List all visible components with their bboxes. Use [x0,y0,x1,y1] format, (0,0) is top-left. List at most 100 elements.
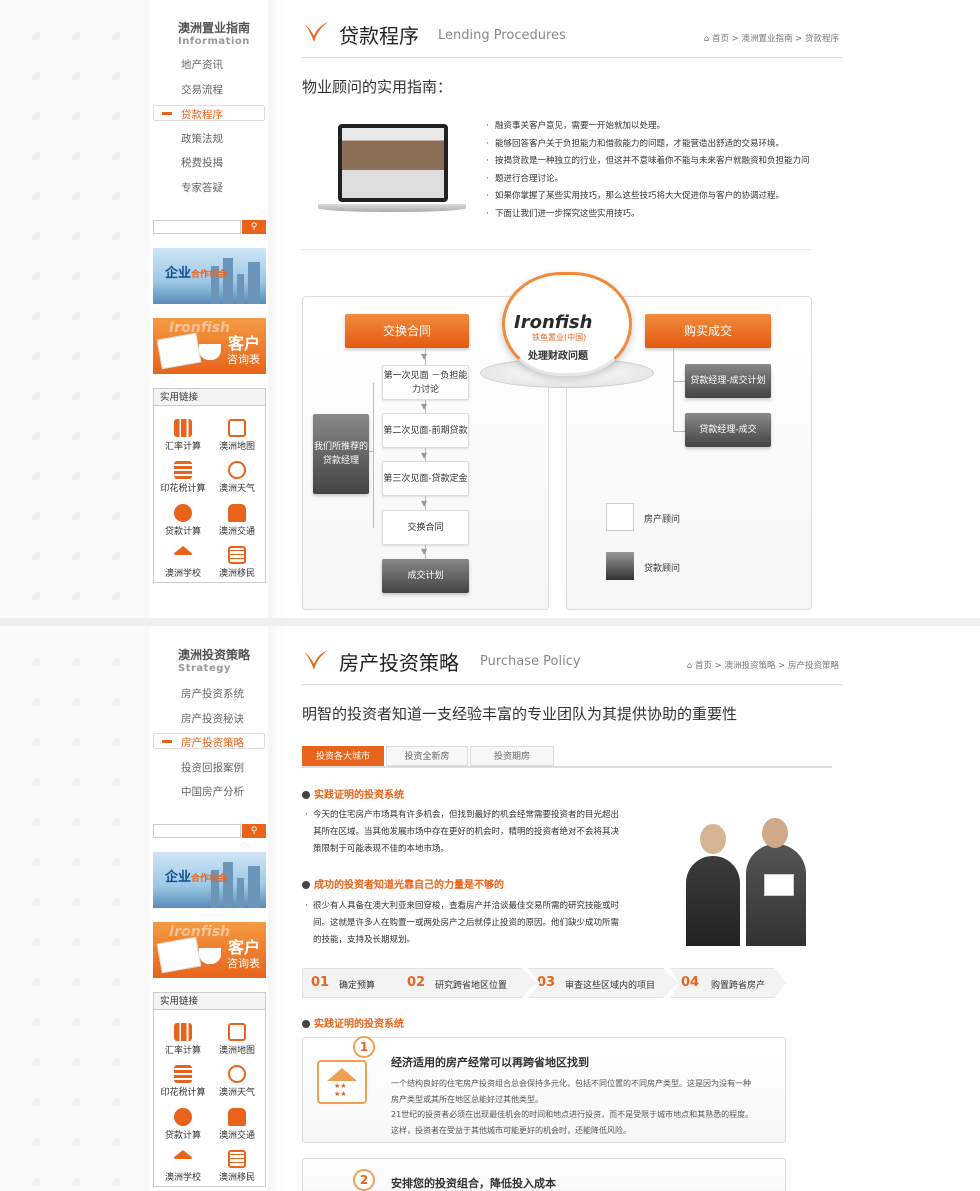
tab-new-homes[interactable]: 投资全新房 [386,746,468,766]
section-title-2: 成功的投资者知道光靠自己的力量是不够的 [302,876,504,891]
piggy-bank-icon [174,1108,192,1126]
calculator-icon [174,1065,192,1083]
link-school[interactable]: 澳洲学校 [158,1150,208,1183]
list-item: 下面让我们进一步探究这些实用技巧。 [486,206,816,224]
search-button[interactable]: ⚲ [242,220,266,234]
search-input[interactable] [153,220,241,234]
arrow-down-icon: ▼ [421,352,428,361]
right-step-1: 贷款经理-成交计划 [685,364,771,398]
coffee-cup-icon [199,344,221,360]
section-heading: 物业顾问的实用指南： [302,78,453,96]
piggy-bank-icon [174,504,192,522]
map-icon [228,1023,246,1041]
banner-business[interactable]: 企业合作机会 [153,852,266,908]
banner-business[interactable]: 企业合作机会 [153,248,266,304]
sidebar-item-process[interactable]: 交易流程 [181,82,223,97]
weather-icon [228,461,246,479]
search-input[interactable] [153,824,241,838]
panel-purchase-policy: 澳洲投资策略 Strategy 房产投资系统 房产投资秘诀 房产投资策略 投资回… [0,626,980,1191]
link-map[interactable]: 澳洲地图 [212,419,262,452]
flow-connector [673,348,674,432]
link-exchange-rate[interactable]: 汇率计算 [158,419,208,452]
search-button[interactable]: ⚲ [242,824,266,838]
sidebar-item-loan-active[interactable]: 贷款程序 [153,105,265,121]
text-line: 其所在区域。当其他发展市场中存在更好的机会时，精明的投资者绝对不会将其决 [313,827,620,837]
page-title-english: Lending Procedures [438,28,566,43]
sidebar-item-policy[interactable]: 政策法规 [181,131,223,146]
sidebar-title: 澳洲置业指南 Information [178,21,251,48]
building-graphic [237,878,244,908]
link-transport[interactable]: 澳洲交通 [212,1108,262,1141]
link-loan-calc[interactable]: 贷款计算 [158,1108,208,1141]
header-divider [302,684,842,685]
bus-icon [228,504,246,522]
sidebar-pattern [0,0,150,618]
sidebar-item-label: 贷款程序 [181,109,223,121]
sidebar-item-invest-tips[interactable]: 房产投资秘诀 [181,711,244,726]
banner-customer-form[interactable]: Ironfish 客户 咨询表 [153,922,266,978]
sidebar-item-tax[interactable]: 税费投揭 [181,155,223,170]
right-step-2: 贷款经理-成交 [685,413,771,447]
ironfish-logo: Ironfish [169,924,231,940]
badge-text: 处理财政问题 [528,351,588,362]
sidebar-title: 澳洲投资策略 Strategy [178,648,251,675]
link-immigration[interactable]: 澳洲移民 [212,1150,262,1183]
breadcrumb[interactable]: ⌂ 首页 > 澳洲投资策略 > 房产投资策略 [687,659,839,671]
legend-swatch-loan [606,552,634,580]
process-step-2: 02 研究跨省地区位置 [396,968,536,998]
flow-connector [673,381,685,382]
banner-business-text: 企业合作机会 [165,870,228,885]
tab-major-cities[interactable]: 投资各大城市 [302,746,384,766]
tab-underline [302,766,832,768]
section-title-1: 实践证明的投资系统 [302,786,404,801]
text-line: 很少有人具备在澳大利亚来回穿梭，查看房产并洽谈最佳交易所需的研究技能或时 [313,901,620,911]
useful-links-title: 实用链接 [154,993,265,1010]
banner-business-text: 企业合作机会 [165,266,228,281]
legend-swatch-advisor [606,503,634,531]
link-school[interactable]: 澳洲学校 [158,546,208,579]
flow-connector [673,431,685,432]
tab-off-plan[interactable]: 投资期房 [470,746,554,766]
ironfish-swoosh-icon [304,650,328,670]
man-right-head [762,818,788,848]
sidebar-shadow [268,626,284,1191]
text-line: 今天的住宅房产市场具有许多机会，但找到最好的机会经常需要投资者的目光超出 [313,810,620,820]
breadcrumb[interactable]: ⌂ 首页 > 澳洲置业指南 > 贷款程序 [704,32,839,44]
panel-lending-procedures: 澳洲置业指南 Information 地产资讯 交易流程 贷款程序 政策法规 税… [0,0,980,618]
flow-connector [373,383,374,528]
sidebar-item-cases[interactable]: 投资回报案例 [181,760,244,775]
ironfish-center-badge: Ironfish 铁鱼置业(中国) 处理财政问题 [480,272,654,390]
section-text-2: · 很少有人具备在澳大利亚来回穿梭，查看房产并洽谈最佳交易所需的研究技能或时 间… [305,898,631,949]
text-line: 21世纪的投资者必须在出现最佳机会的时间和地点进行投资，而不是受限于城市地点和其… [391,1110,754,1119]
section-title-3: 实践证明的投资系统 [302,1015,404,1030]
list-item: 融资事关客户意见，需要一开始就加以处理。 [486,118,816,136]
link-transport[interactable]: 澳洲交通 [212,504,262,537]
sidebar-shadow [268,0,284,618]
sidebar-item-china-analysis[interactable]: 中国房产分析 [181,784,244,799]
process-step-4: 04 购置跨省房产 [670,968,786,998]
panel-separator [0,618,980,626]
flow-step-3: 第三次见面-贷款定金 [382,461,469,496]
link-immigration[interactable]: 澳洲移民 [212,546,262,579]
banner-customer-form[interactable]: Ironfish 客户 咨询表 [153,318,266,374]
link-loan-calc[interactable]: 贷款计算 [158,504,208,537]
sidebar-item-experts[interactable]: 专家答疑 [181,180,223,195]
building-graphic [248,262,260,304]
sidebar-item-strategy-active[interactable]: 房产投资策略 [153,733,265,749]
link-map[interactable]: 澳洲地图 [212,1023,262,1056]
arrow-down-icon: ▼ [421,402,428,411]
useful-links-title: 实用链接 [154,389,265,406]
strategy-card-2: 2 安排您的投资组合，降低投入成本 [302,1158,786,1191]
link-stamp-duty[interactable]: 印花税计算 [158,1065,208,1098]
recommended-loan-manager: 我们所推荐的贷款经理 [313,414,369,494]
link-weather[interactable]: 澳洲天气 [212,461,262,494]
graduation-cap-icon [174,546,192,564]
sidebar-item-invest-system[interactable]: 房产投资系统 [181,686,244,701]
link-weather[interactable]: 澳洲天气 [212,1065,262,1098]
link-exchange-rate[interactable]: 汇率计算 [158,1023,208,1056]
header-divider [302,57,842,58]
legend-label-loan: 贷款顾问 [644,564,681,574]
sidebar-item-news[interactable]: 地产资讯 [181,57,223,72]
link-stamp-duty[interactable]: 印花税计算 [158,461,208,494]
ironfish-swoosh-icon [304,22,328,42]
